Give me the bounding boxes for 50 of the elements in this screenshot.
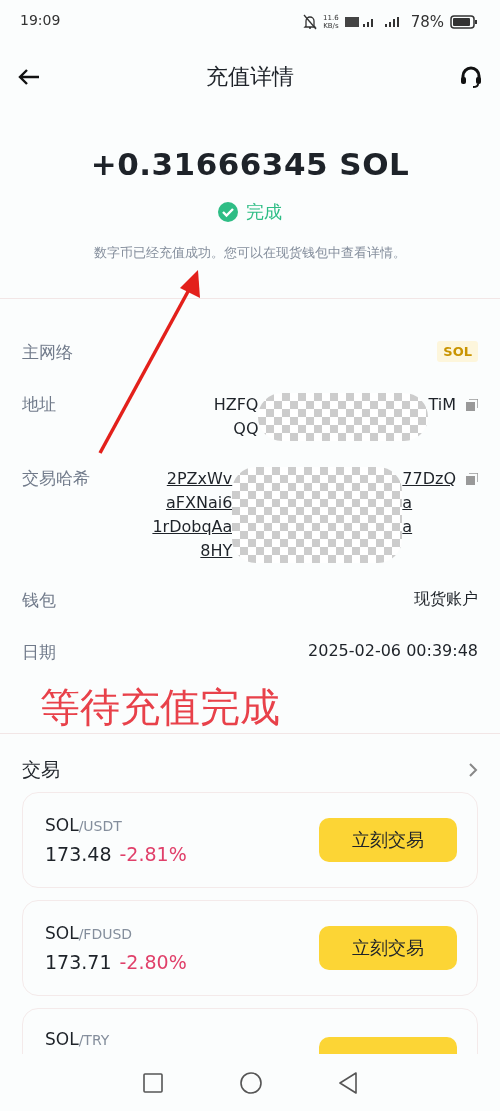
detail-label: 日期 xyxy=(22,641,56,664)
detail-label: 交易哈希 xyxy=(22,467,90,490)
hash-link[interactable]: 1rDobqAa xyxy=(152,515,233,539)
trade-button[interactable]: 立刻交易 xyxy=(319,926,457,970)
back-icon[interactable] xyxy=(338,1072,357,1094)
address-text: TiM xyxy=(428,394,456,416)
status-label: 完成 xyxy=(246,200,282,224)
deposit-amount: +0.31666345 SOL xyxy=(90,146,410,182)
recents-icon[interactable] xyxy=(143,1073,164,1093)
detail-value: 现货账户 xyxy=(414,589,478,610)
status-description: 数字币已经充值成功。您可以在现货钱包中查看详情。 xyxy=(94,244,406,262)
detail-label: 主网络 xyxy=(22,341,73,364)
home-icon[interactable] xyxy=(240,1072,262,1094)
price-change: -2.80% xyxy=(119,951,187,973)
address-text: QQ xyxy=(233,418,259,440)
hash-link[interactable]: a xyxy=(402,491,413,515)
copy-icon[interactable] xyxy=(466,399,478,411)
quote-symbol: /FDUSD xyxy=(78,926,133,942)
battery-icon xyxy=(450,15,478,29)
battery-percent: 78% xyxy=(410,13,444,31)
trade-button[interactable]: 立刻交易 xyxy=(319,818,457,862)
hash-link[interactable]: a xyxy=(402,515,413,539)
headset-icon[interactable] xyxy=(460,66,482,88)
hash-link[interactable]: 2PZxWv xyxy=(166,467,233,491)
bell-muted-icon xyxy=(303,14,318,30)
page-title: 充值详情 xyxy=(206,63,294,91)
hash-link[interactable]: aFXNai6 xyxy=(165,491,233,515)
copy-icon[interactable] xyxy=(466,473,478,485)
chevron-right-icon[interactable] xyxy=(469,763,478,777)
pair-card[interactable]: SOL/USDT 173.48 -2.81% 立刻交易 xyxy=(22,792,478,888)
network-tag: SOL xyxy=(437,341,478,362)
detail-value: 2025-02-06 00:39:48 xyxy=(308,641,478,660)
price-change: -2.81% xyxy=(119,843,187,865)
base-symbol: SOL xyxy=(45,1029,79,1049)
hash-link[interactable]: 77DzQ xyxy=(402,467,456,491)
back-arrow-icon[interactable] xyxy=(18,69,40,85)
quote-symbol: /TRY xyxy=(78,1032,110,1048)
section-title: 交易 xyxy=(22,757,60,782)
price: 173.71 xyxy=(45,951,112,973)
clock-time: 19:09 xyxy=(20,12,61,28)
quote-symbol: /USDT xyxy=(78,818,122,834)
price: 173.48 xyxy=(45,843,112,865)
base-symbol: SOL xyxy=(45,923,79,943)
detail-label: 钱包 xyxy=(22,589,56,612)
detail-label: 地址 xyxy=(22,393,56,416)
address-text: HZFQ xyxy=(213,394,259,416)
base-symbol: SOL xyxy=(45,815,79,835)
pair-card[interactable]: SOL/FDUSD 173.71 -2.80% 立刻交易 xyxy=(22,900,478,996)
annotation-text: 等待充值完成 xyxy=(40,684,280,730)
hash-link[interactable]: 8HY xyxy=(200,539,233,563)
